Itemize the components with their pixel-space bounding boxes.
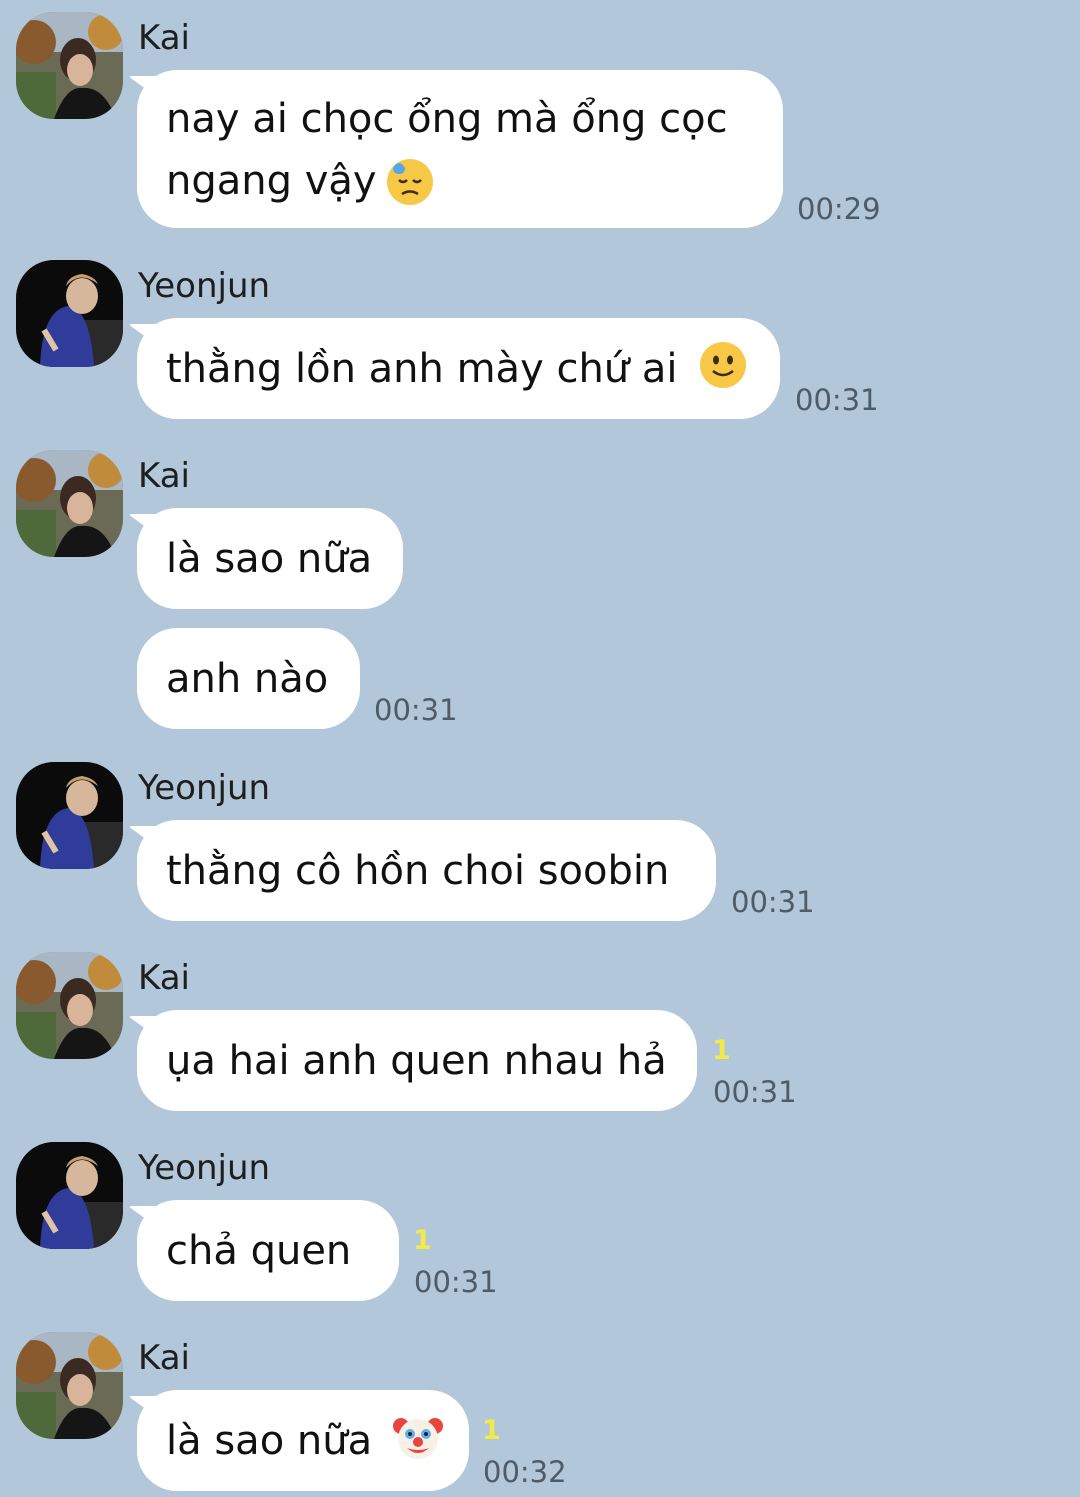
avatar-kai[interactable] xyxy=(16,12,123,119)
message-text: ụa hai anh quen nhau hả xyxy=(166,1038,667,1084)
avatar-kai[interactable] xyxy=(16,1332,123,1439)
avatar-yeonjun[interactable] xyxy=(16,260,123,367)
downcast-sweat-face-emoji xyxy=(386,159,433,205)
sender-name: Kai xyxy=(138,18,190,58)
message-text: ngang vậy xyxy=(166,158,377,204)
slightly-smiling-face-emoji xyxy=(700,342,747,388)
message-bubble[interactable]: thằng lồn anh mày chứ ai xyxy=(137,318,780,419)
unread-count: 1 xyxy=(482,1415,501,1446)
timestamp: 00:31 xyxy=(713,1075,797,1109)
message-text: là sao nữa xyxy=(166,536,373,582)
avatar-kai[interactable] xyxy=(16,450,123,557)
message-bubble[interactable]: là sao nữa xyxy=(137,508,403,609)
timestamp: 00:29 xyxy=(797,192,881,226)
message-text: anh nào xyxy=(166,656,329,702)
sender-name: Yeonjun xyxy=(138,1148,271,1188)
unread-count: 1 xyxy=(712,1035,731,1066)
message-bubble[interactable]: anh nào xyxy=(137,628,360,729)
timestamp: 00:31 xyxy=(795,383,879,417)
message-text: chả quen xyxy=(166,1228,352,1274)
sender-name: Yeonjun xyxy=(138,768,271,808)
chat-window: Kai nay ai chọc ổng mà ổng cọc ngang vậy… xyxy=(0,0,1080,1497)
message-text: nay ai chọc ổng mà ổng cọc xyxy=(166,96,728,142)
message-text: là sao nữa xyxy=(166,1418,373,1464)
sender-name: Kai xyxy=(138,958,190,998)
message-bubble[interactable]: ụa hai anh quen nhau hả xyxy=(137,1010,697,1111)
message-bubble[interactable]: là sao nữa xyxy=(137,1390,469,1491)
sender-name: Kai xyxy=(138,1338,190,1378)
sender-name: Kai xyxy=(138,456,190,496)
sender-name: Yeonjun xyxy=(138,266,271,306)
timestamp: 00:31 xyxy=(731,885,815,919)
avatar-yeonjun[interactable] xyxy=(16,1142,123,1249)
clown-face-emoji xyxy=(392,1418,443,1459)
unread-count: 1 xyxy=(413,1225,432,1256)
avatar-yeonjun[interactable] xyxy=(16,762,123,869)
message-text: thằng cô hồn choi soobin xyxy=(166,848,670,894)
message-text-line2: ngang vậy xyxy=(166,150,749,212)
avatar-kai[interactable] xyxy=(16,952,123,1059)
message-text: thằng lồn anh mày chứ ai xyxy=(166,346,678,392)
timestamp: 00:31 xyxy=(374,693,458,727)
message-bubble[interactable]: nay ai chọc ổng mà ổng cọc ngang vậy xyxy=(137,70,783,228)
message-bubble[interactable]: thằng cô hồn choi soobin xyxy=(137,820,716,921)
timestamp: 00:31 xyxy=(414,1265,498,1299)
message-bubble[interactable]: chả quen xyxy=(137,1200,399,1301)
timestamp: 00:32 xyxy=(483,1455,567,1489)
